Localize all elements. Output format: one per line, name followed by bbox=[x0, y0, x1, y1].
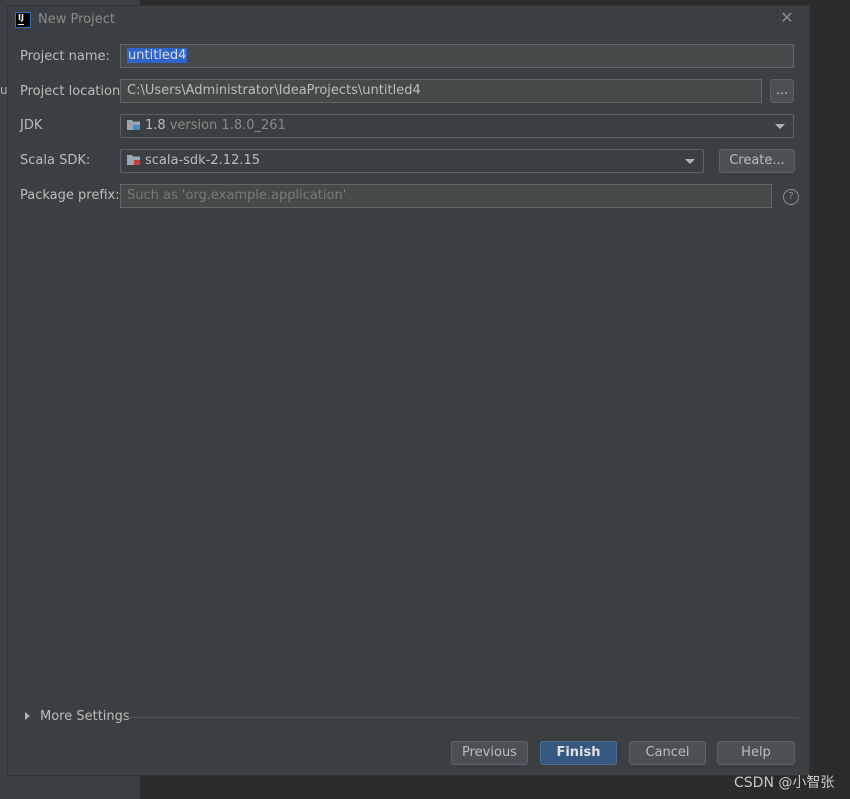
scala-sdk-dropdown[interactable]: scala-sdk-2.12.15 bbox=[120, 149, 704, 173]
project-location-input[interactable]: C:\Users\Administrator\IdeaProjects\unti… bbox=[120, 79, 762, 103]
dialog-title: New Project bbox=[38, 12, 115, 27]
expand-arrow-icon[interactable] bbox=[25, 712, 30, 720]
project-name-value: untitled4 bbox=[127, 48, 188, 63]
package-prefix-input[interactable]: Such as 'org.example.application' bbox=[120, 184, 772, 208]
help-icon[interactable]: ? bbox=[783, 189, 799, 205]
create-sdk-button[interactable]: Create... bbox=[719, 149, 795, 173]
cancel-button[interactable]: Cancel bbox=[629, 741, 706, 765]
package-prefix-label: Package prefix: bbox=[20, 188, 120, 203]
project-name-label: Project name: bbox=[20, 49, 110, 64]
package-prefix-placeholder: Such as 'org.example.application' bbox=[127, 188, 347, 203]
project-name-input[interactable]: untitled4 bbox=[120, 44, 794, 68]
ide-editor-background bbox=[810, 0, 850, 799]
jdk-label: JDK bbox=[20, 118, 43, 133]
intellij-idea-icon: IJ bbox=[15, 12, 31, 28]
help-button[interactable]: Help bbox=[717, 741, 795, 765]
folder-icon bbox=[127, 116, 140, 130]
watermark: CSDN @小智张 bbox=[734, 775, 835, 791]
more-settings-toggle[interactable]: More Settings bbox=[40, 709, 130, 724]
finish-button[interactable]: Finish bbox=[540, 741, 617, 765]
chevron-down-icon bbox=[685, 159, 695, 164]
jdk-dropdown[interactable]: 1.8 version 1.8.0_261 bbox=[120, 114, 794, 138]
scala-sdk-label: Scala SDK: bbox=[20, 153, 91, 168]
dialog-titlebar: IJ New Project ✕ bbox=[8, 6, 809, 34]
chevron-down-icon bbox=[775, 124, 785, 129]
new-project-dialog: IJ New Project ✕ Project name: untitled4… bbox=[7, 5, 810, 776]
jdk-version-detail: version 1.8.0_261 bbox=[169, 118, 286, 133]
browse-location-button[interactable]: ... bbox=[770, 79, 794, 103]
divider bbox=[128, 717, 798, 718]
jdk-value: 1.8 bbox=[145, 118, 166, 133]
previous-button[interactable]: Previous bbox=[451, 741, 528, 765]
project-location-label: Project location: bbox=[20, 84, 125, 99]
scala-sdk-value: scala-sdk-2.12.15 bbox=[145, 153, 261, 168]
close-icon[interactable]: ✕ bbox=[778, 9, 796, 27]
project-location-value: C:\Users\Administrator\IdeaProjects\unti… bbox=[127, 83, 421, 98]
scala-library-icon bbox=[127, 151, 140, 165]
